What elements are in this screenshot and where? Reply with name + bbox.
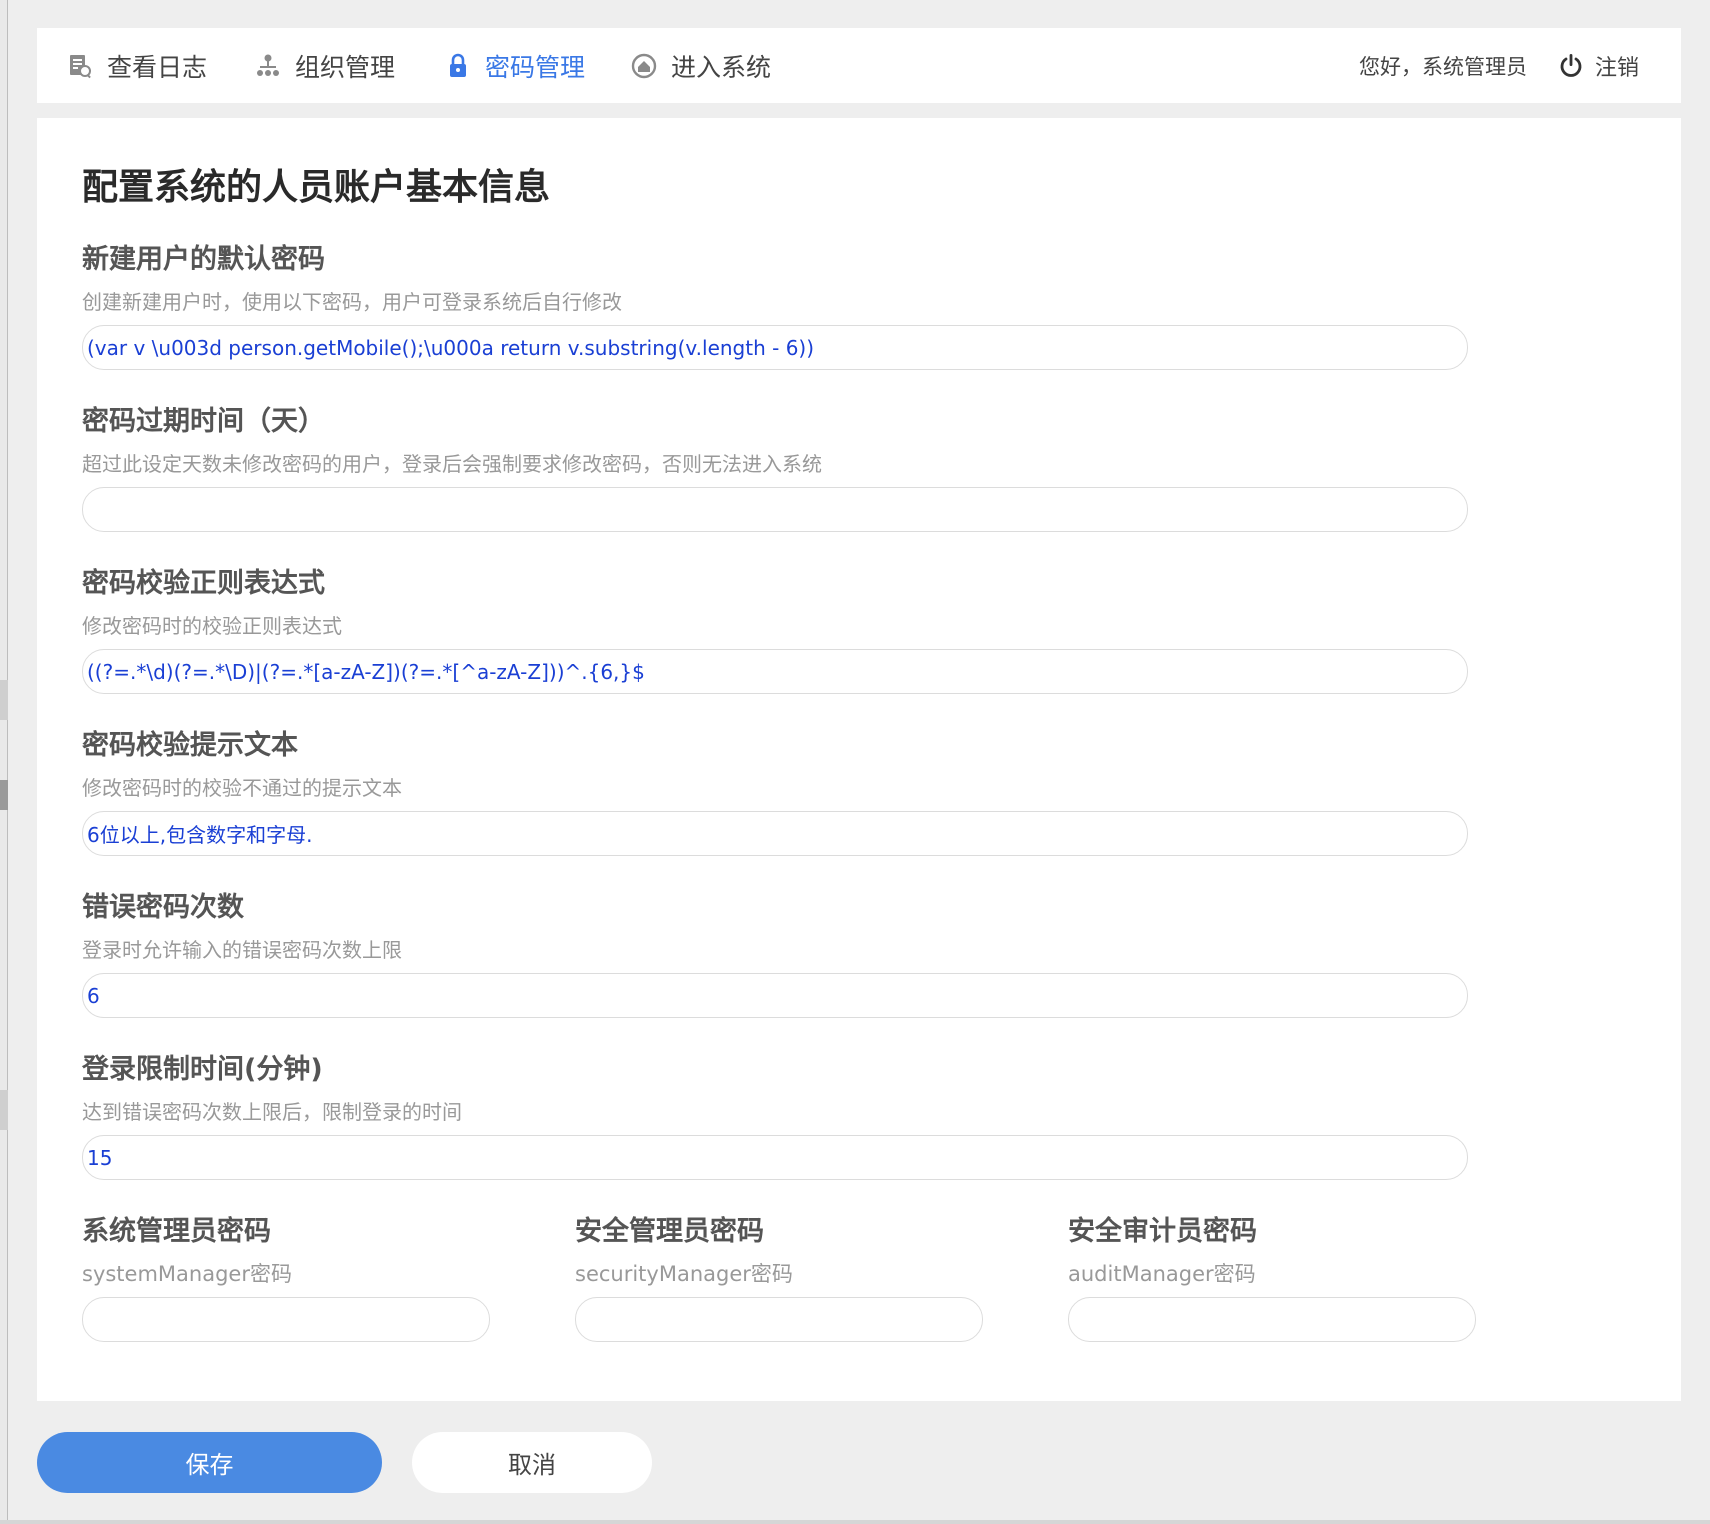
- field-security-manager-password: 安全管理员密码 securityManager密码: [575, 1212, 983, 1342]
- field-system-manager-password: 系统管理员密码 systemManager密码: [82, 1212, 490, 1342]
- lock-minutes-input[interactable]: [82, 1135, 1468, 1180]
- edge-mark: [0, 780, 8, 810]
- field-default-password: 新建用户的默认密码 创建新建用户时，使用以下密码，用户可登录系统后自行修改: [82, 240, 1468, 370]
- edge-mark: [0, 1090, 8, 1130]
- password-expire-days-input[interactable]: [82, 487, 1468, 532]
- nav-item-view-logs[interactable]: 查看日志: [67, 28, 207, 103]
- power-icon: [1560, 53, 1582, 77]
- error-count-input[interactable]: [82, 973, 1468, 1018]
- page-title: 配置系统的人员账户基本信息: [82, 167, 551, 208]
- audit-manager-password-input[interactable]: [1068, 1297, 1476, 1342]
- window-left-edge: [0, 0, 8, 1524]
- field-description: 超过此设定天数未修改密码的用户，登录后会强制要求修改密码，否则无法进入系统: [82, 452, 822, 476]
- top-nav-bar: 查看日志 组织管理 密码管理 进入系统 您好，系统管理员 注销: [37, 28, 1681, 103]
- field-label: 密码校验正则表达式: [82, 568, 325, 599]
- security-manager-password-input[interactable]: [575, 1297, 983, 1342]
- field-password-regex: 密码校验正则表达式 修改密码时的校验正则表达式: [82, 564, 1468, 694]
- field-label: 安全审计员密码: [1068, 1216, 1257, 1247]
- nav-item-label: 查看日志: [107, 52, 208, 82]
- field-label: 新建用户的默认密码: [82, 244, 325, 275]
- field-description: 登录时允许输入的错误密码次数上限: [82, 938, 402, 962]
- nav-item-org-management[interactable]: 组织管理: [255, 28, 395, 103]
- window-bottom-edge: [0, 1520, 1710, 1524]
- password-hint-input[interactable]: [82, 811, 1468, 856]
- settings-panel: 配置系统的人员账户基本信息 新建用户的默认密码 创建新建用户时，使用以下密码，用…: [37, 118, 1681, 1401]
- field-password-hint: 密码校验提示文本 修改密码时的校验不通过的提示文本: [82, 726, 1468, 856]
- field-password-expire-days: 密码过期时间（天） 超过此设定天数未修改密码的用户，登录后会强制要求修改密码，否…: [82, 402, 1468, 532]
- field-description: systemManager密码: [82, 1262, 292, 1286]
- field-label: 安全管理员密码: [575, 1216, 764, 1247]
- password-regex-input[interactable]: [82, 649, 1468, 694]
- system-manager-password-input[interactable]: [82, 1297, 490, 1342]
- field-label: 密码校验提示文本: [82, 730, 298, 761]
- field-description: auditManager密码: [1068, 1262, 1256, 1286]
- field-label: 登录限制时间(分钟): [82, 1054, 323, 1085]
- field-description: securityManager密码: [575, 1262, 793, 1286]
- field-description: 创建新建用户时，使用以下密码，用户可登录系统后自行修改: [82, 290, 622, 314]
- field-description: 修改密码时的校验正则表达式: [82, 614, 342, 638]
- field-description: 达到错误密码次数上限后，限制登录的时间: [82, 1100, 462, 1124]
- nav-item-label: 组织管理: [295, 52, 396, 82]
- field-error-count: 错误密码次数 登录时允许输入的错误密码次数上限: [82, 888, 1468, 1018]
- field-lock-minutes: 登录限制时间(分钟) 达到错误密码次数上限后，限制登录的时间: [82, 1050, 1468, 1180]
- field-label: 密码过期时间（天）: [82, 406, 325, 437]
- edge-mark: [0, 680, 8, 720]
- field-description: 修改密码时的校验不通过的提示文本: [82, 776, 402, 800]
- save-button[interactable]: 保存: [37, 1432, 382, 1493]
- field-label: 错误密码次数: [82, 892, 244, 923]
- logout-button[interactable]: 注销: [1557, 28, 1639, 103]
- default-password-input[interactable]: [82, 325, 1468, 370]
- org-tree-icon: [257, 54, 279, 76]
- nav-item-password-management[interactable]: 密码管理: [445, 28, 585, 103]
- logout-label: 注销: [1595, 55, 1640, 81]
- nav-item-enter-system[interactable]: 进入系统: [631, 28, 771, 103]
- home-icon: [631, 53, 657, 78]
- lock-icon: [450, 53, 466, 77]
- cancel-button[interactable]: 取消: [412, 1432, 652, 1493]
- field-label: 系统管理员密码: [82, 1216, 271, 1247]
- log-document-icon: [70, 54, 91, 78]
- nav-item-label: 密码管理: [485, 52, 586, 82]
- field-audit-manager-password: 安全审计员密码 auditManager密码: [1068, 1212, 1476, 1342]
- nav-item-label: 进入系统: [671, 52, 772, 82]
- user-greeting: 您好，系统管理员: [1359, 54, 1527, 79]
